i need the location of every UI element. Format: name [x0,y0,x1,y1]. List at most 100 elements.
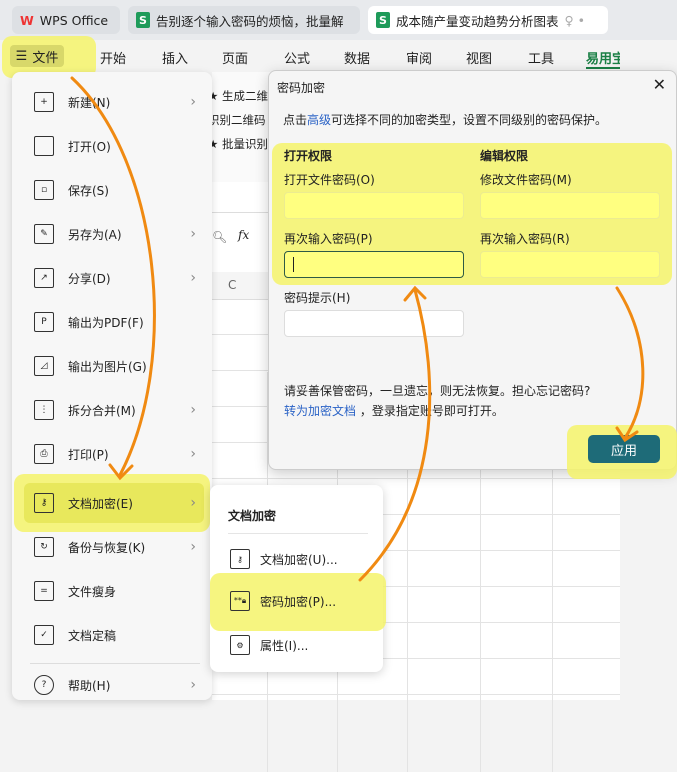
edit-permission-heading: 编辑权限 [480,149,529,163]
doc-encrypt-icon: ⚷ [34,493,54,513]
item-label: 输出为PDF(F) [68,315,144,330]
chevron-right-icon: › [190,677,196,693]
backup-icon: ↻ [34,537,54,557]
menu-view[interactable]: 视图 [466,48,492,67]
pdf-icon: P [34,312,54,332]
item-label: 保存(S) [68,183,109,198]
file-menu-button[interactable]: ☰ 文件 [10,45,64,67]
close-icon[interactable]: ✕ [653,75,666,94]
edit-confirm-label: 再次输入密码(R) [480,232,570,246]
folder-icon [34,136,54,156]
file-menu-item[interactable]: ⚷ 文档加密(E) › [24,483,204,523]
password-hint-input[interactable] [284,310,464,337]
file-menu-item[interactable]: P 输出为PDF(F) [24,302,204,342]
tab-bar: W WPS Office S 告别逐个输入密码的烦恼，批量解 S 成本随产量变动趋势分… [0,0,677,40]
submenu-doc-encrypt[interactable]: ⚷ 文档加密(U)... [218,541,375,577]
tab-wps-office[interactable]: W WPS Office [12,6,120,34]
chevron-right-icon: › [190,446,196,462]
save-icon: ▫ [34,180,54,200]
help-icon: ? [34,675,54,695]
file-menu-item[interactable]: ↻ 备份与恢复(K) › [24,527,204,567]
menu-formula[interactable]: 公式 [284,48,310,67]
apply-button[interactable]: 应用 [588,435,660,463]
tab-label: 告别逐个输入密码的烦恼，批量解 [156,13,344,29]
share-icon: ↗ [34,268,54,288]
open-confirm-input[interactable] [284,251,464,278]
new-file-icon: + [34,92,54,112]
doc-encrypt-submenu: 文档加密 ⚷ 文档加密(U)... **🔒︎ 密码加密(P)... ⚙ 属性(I)..… [210,485,386,672]
menu-insert[interactable]: 插入 [162,48,188,67]
warning-text: 请妥善保管密码，一旦遗忘，则无法恢复。担心忘记密码? [284,384,591,398]
split-merge-icon: ⋮ [34,400,54,420]
chevron-right-icon: › [190,94,196,110]
menu-easy[interactable]: 易用宝 [586,48,620,69]
edit-password-label: 修改文件密码(M) [480,173,572,187]
file-menu-item[interactable]: ⎙ 打印(P) › [24,434,204,474]
column-header-c[interactable]: C [228,278,236,292]
menu-icon: ☰ [15,48,28,64]
menu-page[interactable]: 页面 [222,48,248,67]
ribbon-qr-generate[interactable]: ★ 生成二维 [208,88,268,104]
ribbon-batch-recognize[interactable]: ★ 批量识别 [208,136,268,152]
properties-icon: ⚙ [230,635,250,655]
doc-key-icon: ⚷ [230,549,250,569]
item-label: 文档加密(U)... [260,552,338,567]
dialog-title: 密码加密 [277,81,326,95]
file-menu-item[interactable]: ↗ 分享(D) › [24,258,204,298]
open-permission-heading: 打开权限 [284,149,333,163]
item-label: 备份与恢复(K) [68,540,146,555]
item-label: 文档加密(E) [68,496,133,511]
file-menu-item[interactable]: ▫ 保存(S) [24,170,204,210]
tab-label: 成本随产量变动趋势分析图表 [396,13,559,29]
submenu-password-encrypt[interactable]: **🔒︎ 密码加密(P)... [218,583,375,619]
item-label: 输出为图片(G) [68,359,147,374]
zoom-search-icon[interactable]: 🔍︎ [212,230,227,244]
menu-data[interactable]: 数据 [344,48,370,67]
menu-review[interactable]: 审阅 [406,48,432,67]
item-label: 帮助(H) [68,678,111,693]
chevron-right-icon: › [190,226,196,242]
edit-password-input[interactable] [480,192,660,219]
open-password-input[interactable] [284,192,464,219]
file-menu-item[interactable]: ? 帮助(H) › [24,665,204,705]
advanced-link[interactable]: 高级 [307,113,331,127]
menu-tools[interactable]: 工具 [528,48,554,67]
open-password-label: 打开文件密码(O) [284,173,375,187]
item-label: 打开(O) [68,139,111,154]
password-lock-icon: **🔒︎ [230,591,250,611]
item-label: 另存为(A) [68,227,122,242]
edit-confirm-input[interactable] [480,251,660,278]
file-menu-item[interactable]: ✓ 文档定稿 [24,615,204,655]
item-label: 文档定稿 [68,628,117,643]
file-label: 文件 [32,50,59,66]
tab-label: WPS Office [39,12,109,28]
file-menu-item[interactable]: 打开(O) [24,126,204,166]
file-menu-item[interactable]: ✎ 另存为(A) › [24,214,204,254]
submenu-properties[interactable]: ⚙ 属性(I)... [218,627,375,663]
convert-note: ，登录指定账号即可打开。 [356,404,504,418]
spreadsheet-icon: S [376,12,390,28]
slim-icon: = [34,581,54,601]
file-menu-item[interactable]: ⋮ 拆分合并(M) › [24,390,204,430]
password-hint-label: 密码提示(H) [284,291,351,305]
item-label: 密码加密(P)... [260,594,337,609]
item-label: 文件瘦身 [68,584,117,599]
wps-logo-icon: W [20,12,34,28]
tab-document-2[interactable]: S 成本随产量变动趋势分析图表 ♀ • [368,6,608,34]
tab-document-1[interactable]: S 告别逐个输入密码的烦恼，批量解 [128,6,360,34]
chevron-right-icon: › [190,495,196,511]
item-label: 分享(D) [68,271,111,286]
ribbon-qr-recognize[interactable]: 识别二维码 [208,112,266,128]
item-label: 属性(I)... [260,638,309,653]
file-menu-item[interactable]: = 文件瘦身 [24,571,204,611]
dialog-intro: 点击高级可选择不同的加密类型，设置不同级别的密码保护。 [283,113,608,127]
menu-home[interactable]: 开始 [100,48,126,67]
fx-button[interactable]: fx [238,228,249,242]
file-menu-item[interactable]: + 新建(N) › [24,82,204,122]
chevron-right-icon: › [190,270,196,286]
chevron-right-icon: › [190,539,196,555]
item-label: 新建(N) [68,95,111,110]
convert-encrypted-doc-link[interactable]: 转为加密文档 [284,404,356,418]
file-menu-item[interactable]: ◿ 输出为图片(G) [24,346,204,386]
chevron-right-icon: › [190,402,196,418]
